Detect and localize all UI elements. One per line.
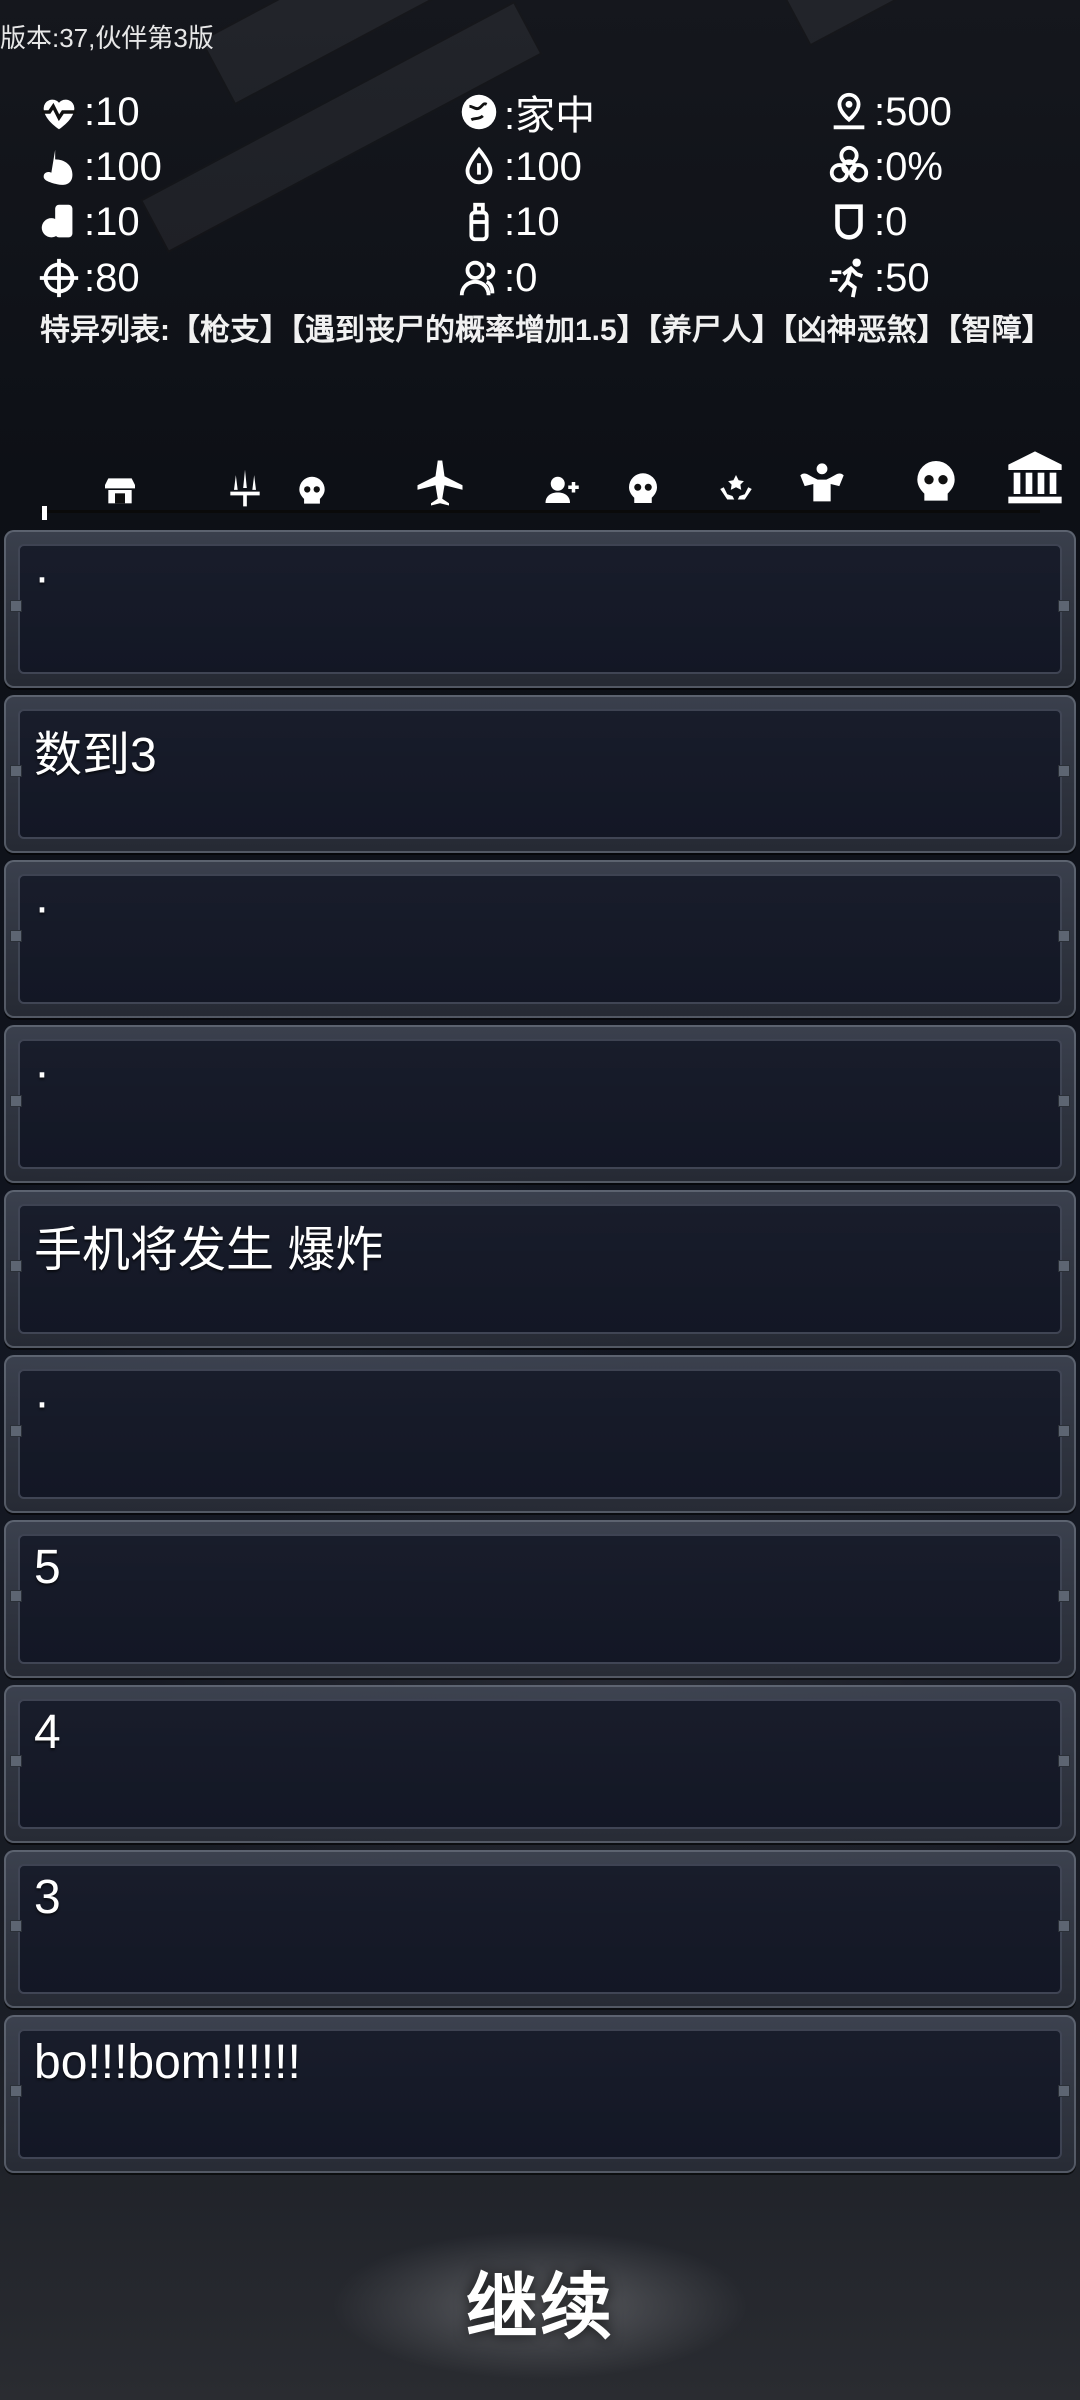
crosshair-icon: [39, 258, 79, 298]
add-user-icon: [545, 476, 579, 503]
stat-hunger: :100: [36, 141, 162, 193]
toolbar-skull-button[interactable]: [903, 440, 969, 510]
traits-list: 特异列表:【枪支】【遇到丧尸的概率增加1.5】【养尸人】【凶神恶煞】【智障】: [40, 314, 1052, 347]
stat-aim-value: :80: [84, 255, 140, 300]
stat-health-value: :10: [84, 89, 140, 134]
toolbar-charity-button[interactable]: [708, 440, 763, 510]
message-card: ·: [4, 530, 1076, 688]
message-text: ·: [34, 881, 50, 934]
message-text: ·: [34, 1046, 50, 1099]
message-card: ·: [4, 1355, 1076, 1513]
message-card: bo!!!bom!!!!!!: [4, 2015, 1076, 2173]
food-icon: [41, 204, 73, 238]
muscle-icon: [800, 463, 844, 502]
message-text: bo!!!bom!!!!!!: [34, 2036, 301, 2089]
toolbar-skull-button[interactable]: [287, 440, 337, 510]
message-card: ·: [4, 1025, 1076, 1183]
message-text: 手机将发生 爆炸: [34, 1224, 384, 1277]
charity-hands-icon: [719, 475, 752, 500]
stat-food-value: :10: [84, 199, 140, 244]
message-card: 数到3: [4, 695, 1076, 853]
toolbar-bank-button[interactable]: [1000, 440, 1070, 510]
stat-location-value: :家中: [504, 94, 596, 138]
version-label: 版本:37,伙伴第3版: [0, 23, 214, 53]
message-card: 3: [4, 1850, 1076, 2008]
stat-distance: :500: [826, 86, 952, 138]
stomach-icon: [43, 149, 73, 185]
bottle-icon: [469, 202, 489, 242]
message-log[interactable]: · 数到3 · · 手机将发生 爆炸 · 5 4 3 bo!!!bom!!!!!…: [0, 520, 1080, 2200]
stat-water: :10: [456, 196, 560, 248]
stat-thirst-value: :100: [504, 144, 582, 189]
message-card: 手机将发生 爆炸: [4, 1190, 1076, 1348]
message-card: 5: [4, 1520, 1076, 1678]
stat-companions: :0: [456, 252, 537, 304]
message-card: ·: [4, 860, 1076, 1018]
message-text: ·: [34, 551, 50, 604]
message-card: 4: [4, 1685, 1076, 1843]
toolbar-travel-button[interactable]: [405, 440, 475, 510]
stat-shield: :0: [826, 196, 907, 248]
toolbar-skull-button[interactable]: [615, 440, 670, 510]
heartbeat-icon: [41, 99, 77, 130]
stat-distance-value: :500: [874, 89, 952, 134]
stat-shield-value: :0: [874, 199, 908, 244]
skull-icon: [917, 461, 955, 501]
skull-icon: [299, 476, 325, 504]
stat-hunger-value: :100: [84, 144, 162, 189]
stat-infection-value: :0%: [874, 144, 943, 189]
stat-companions-value: :0: [504, 255, 538, 300]
weapons-icon: [230, 469, 260, 507]
skull-icon: [628, 473, 657, 503]
message-text: 3: [34, 1871, 61, 1924]
globe-person-icon: [461, 94, 497, 130]
continue-button[interactable]: 继续: [390, 2245, 690, 2355]
armor-icon: [835, 204, 863, 240]
stat-speed-value: :50: [874, 255, 930, 300]
toolbar-weapons-button[interactable]: [220, 440, 270, 510]
map-pin-icon: [833, 92, 865, 130]
stat-thirst: :100: [456, 141, 582, 193]
stat-health: :10: [36, 86, 140, 138]
toolbar-recruit-button[interactable]: [535, 440, 590, 510]
stat-aim: :80: [36, 252, 140, 304]
water-drop-icon: [465, 146, 493, 185]
message-text: 4: [34, 1706, 61, 1759]
airplane-icon: [417, 460, 463, 506]
message-text: 5: [34, 1541, 61, 1594]
bank-icon: [1008, 451, 1062, 504]
message-text: ·: [34, 1376, 50, 1429]
toolbar-divider: [40, 510, 1040, 513]
stat-infection: :0%: [826, 141, 943, 193]
action-toolbar: [0, 440, 1080, 510]
shop-icon: [105, 478, 135, 504]
group-icon: [459, 260, 496, 296]
biohazard-icon: [829, 145, 869, 183]
toolbar-scroll-marker: [42, 506, 47, 520]
stat-food: :10: [36, 196, 140, 248]
message-text: 数到3: [34, 729, 157, 782]
running-icon: [829, 258, 864, 298]
stat-speed: :50: [826, 252, 930, 304]
toolbar-shop-button[interactable]: [95, 440, 145, 510]
toolbar-strength-button[interactable]: [792, 440, 852, 510]
stat-location: :家中: [456, 86, 595, 138]
stat-water-value: :10: [504, 199, 560, 244]
